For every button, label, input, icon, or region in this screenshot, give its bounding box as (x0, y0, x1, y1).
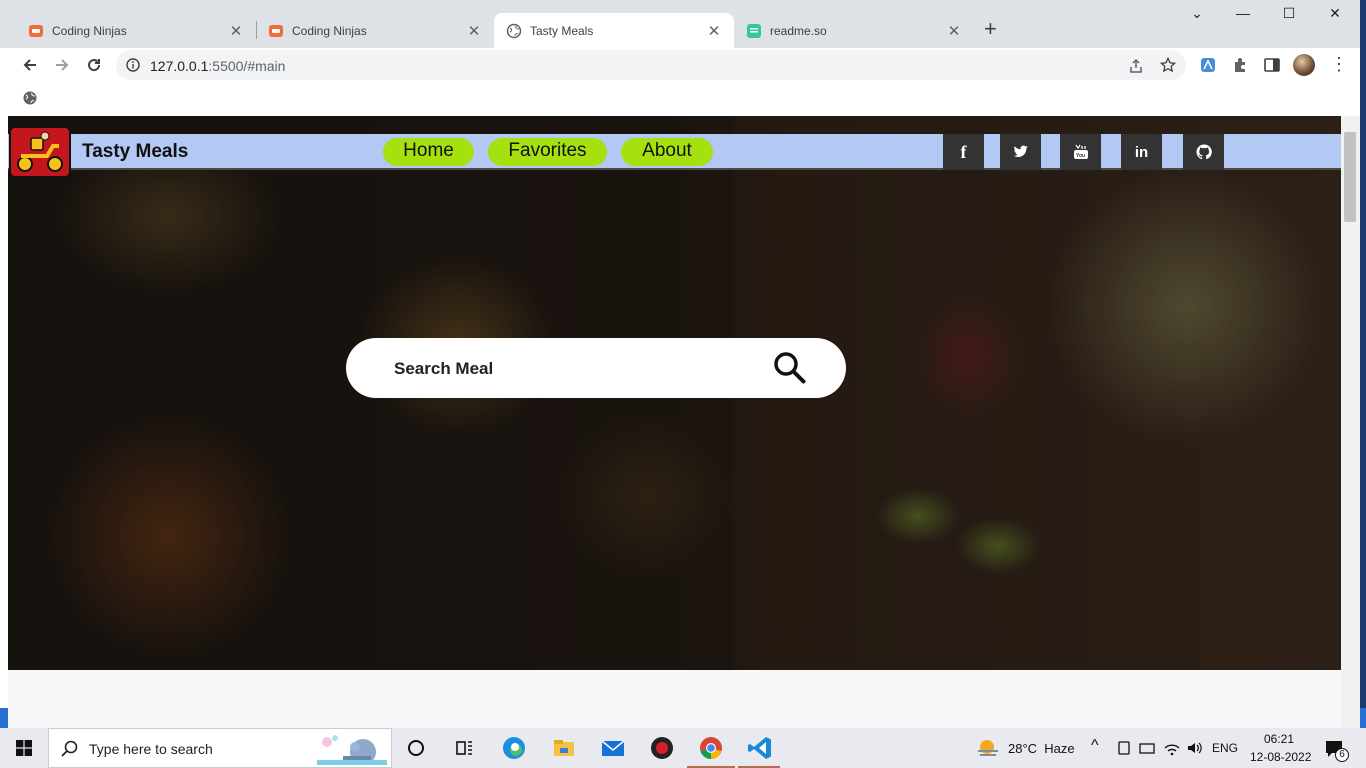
site-logo[interactable] (9, 126, 71, 178)
close-tab-icon[interactable]: ✕ (466, 22, 482, 40)
close-tab-icon[interactable]: ✕ (228, 22, 244, 40)
tab-readme[interactable]: readme.so ✕ (734, 13, 974, 48)
svg-text:You: You (1076, 153, 1085, 159)
file-explorer-icon[interactable] (550, 734, 578, 762)
nav-about[interactable]: About (621, 138, 713, 166)
taskbar-search[interactable]: Type here to search (48, 728, 392, 768)
close-window-button[interactable]: ✕ (1312, 5, 1358, 27)
tab-title: Coding Ninjas (292, 23, 367, 38)
arrow-right-icon (56, 59, 69, 71)
taskbar-search-text: Type here to search (89, 741, 213, 757)
profile-avatar[interactable] (1293, 54, 1315, 76)
info-icon[interactable] (126, 58, 140, 72)
volume-icon[interactable] (1186, 740, 1204, 756)
twitter-icon[interactable] (1000, 134, 1041, 170)
globe-icon (506, 23, 522, 38)
share-icon[interactable] (1128, 58, 1144, 74)
weather-text[interactable]: 28°C Haze (1008, 741, 1075, 756)
search-highlight-illustration (317, 735, 387, 765)
search-icon (61, 740, 78, 757)
minimize-button[interactable]: — (1220, 5, 1266, 27)
language-indicator[interactable]: ENG (1212, 741, 1238, 755)
cortana-icon[interactable] (402, 734, 430, 762)
menu-icon[interactable]: ⋮ (1330, 54, 1348, 74)
mail-icon[interactable] (599, 734, 627, 762)
forward-button[interactable] (50, 53, 74, 77)
scooter-logo-icon (17, 131, 63, 172)
new-tab-button[interactable]: + (984, 18, 997, 40)
maximize-button[interactable]: ☐ (1266, 5, 1312, 27)
search-icon[interactable] (773, 351, 807, 385)
search-input[interactable]: Search Meal (394, 359, 493, 379)
tab-title: Tasty Meals (530, 23, 594, 38)
wifi-icon[interactable] (1163, 740, 1181, 756)
coding-ninjas-icon (29, 24, 43, 37)
desktop-edge (0, 708, 8, 728)
tab-coding-ninjas-2[interactable]: Coding Ninjas ✕ (256, 13, 494, 48)
page-body (8, 670, 1341, 728)
tab-title: readme.so (770, 23, 827, 38)
side-panel-icon[interactable] (1263, 56, 1281, 74)
device-icon[interactable] (1116, 740, 1132, 756)
close-tab-icon[interactable]: ✕ (706, 22, 722, 40)
reload-button[interactable] (82, 53, 106, 77)
url-text[interactable]: 127.0.0.1:5500/#main (150, 58, 285, 74)
keyboard-icon[interactable] (1139, 740, 1155, 756)
tab-coding-ninjas-1[interactable]: Coding Ninjas ✕ (16, 13, 256, 48)
clock-date[interactable]: 12-08-2022 (1250, 750, 1311, 764)
youtube-icon[interactable]: You (1060, 134, 1101, 170)
puzzle-icon[interactable] (1231, 56, 1249, 74)
browser-window: Coding Ninjas ✕ Coding Ninjas ✕ Tasty Me… (0, 0, 1360, 728)
url-path: :5500/#main (208, 58, 286, 74)
windows-start-icon[interactable] (16, 740, 32, 756)
edge-icon[interactable] (500, 734, 528, 762)
weather-icon[interactable] (976, 738, 1000, 758)
clock-time[interactable]: 06:21 (1264, 732, 1294, 746)
tab-search-dropdown[interactable]: ⌄ (1174, 5, 1220, 27)
extension-icon[interactable] (1199, 56, 1217, 74)
nav-home[interactable]: Home (383, 138, 474, 166)
scrollbar-thumb[interactable] (1344, 132, 1356, 222)
notification-count: 6 (1335, 748, 1349, 762)
back-button[interactable] (18, 53, 42, 77)
tab-strip: Coding Ninjas ✕ Coding Ninjas ✕ Tasty Me… (0, 0, 1360, 48)
github-icon[interactable] (1183, 134, 1224, 170)
chevron-up-icon[interactable]: ^ (1091, 737, 1099, 755)
arrow-left-icon (23, 59, 36, 71)
readme-icon (747, 23, 761, 38)
facebook-icon[interactable]: f (943, 134, 984, 170)
tab-title: Coding Ninjas (52, 23, 127, 38)
windows-taskbar: Type here to search 28°C Haze ^ ENG 06:2… (0, 728, 1366, 768)
vscode-icon[interactable] (746, 734, 774, 762)
close-tab-icon[interactable]: ✕ (946, 22, 962, 40)
nav-favorites[interactable]: Favorites (488, 138, 607, 166)
search-bar[interactable]: Search Meal (346, 338, 846, 398)
address-bar[interactable]: 127.0.0.1:5500/#main (116, 50, 1186, 80)
desktop-edge (1360, 708, 1366, 728)
bookmark-star-icon[interactable] (1160, 57, 1176, 73)
linkedin-icon[interactable]: in (1121, 134, 1162, 170)
site-brand[interactable]: Tasty Meals (82, 141, 188, 163)
url-host: 127.0.0.1 (150, 58, 209, 74)
coding-ninjas-icon (269, 24, 283, 37)
globe-icon[interactable] (22, 90, 38, 106)
browser-toolbar: 127.0.0.1:5500/#main ⋮ (0, 48, 1360, 82)
tab-tasty-meals[interactable]: Tasty Meals ✕ (494, 13, 734, 48)
task-view-icon[interactable] (450, 734, 478, 762)
bookmarks-bar (0, 82, 1360, 116)
chrome-icon[interactable] (697, 734, 725, 762)
antivirus-icon[interactable] (648, 734, 676, 762)
reload-icon (88, 59, 101, 72)
